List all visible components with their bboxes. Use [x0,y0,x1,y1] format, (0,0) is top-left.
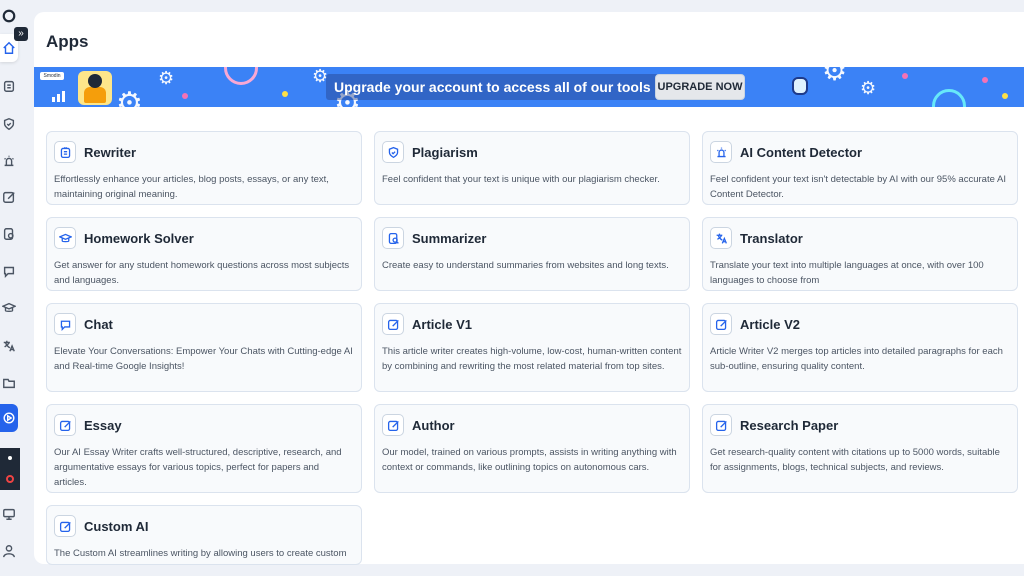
robot-icon [792,77,808,95]
app-card-rewriter[interactable]: Rewriter Effortlessly enhance your artic… [46,131,362,205]
app-card-title: Essay [84,418,122,433]
app-card-research-paper[interactable]: Research Paper Get research-quality cont… [702,404,1018,493]
sidebar-item-translator[interactable] [0,334,18,358]
dot-icon [282,91,288,97]
dot-icon [182,93,188,99]
app-card-translator[interactable]: Translator Translate your text into mult… [702,217,1018,291]
app-card-title: Article V1 [412,317,472,332]
edit-icon [54,414,76,436]
sidebar-item-chat[interactable] [0,259,18,283]
person-illustration-icon [78,71,112,105]
gear-icon: ⚙ [158,69,174,87]
app-card-plagiarism[interactable]: Plagiarism Feel confident that your text… [374,131,690,205]
app-card-description: Create easy to understand summaries from… [382,258,682,273]
page-title: Apps [46,32,89,52]
ring-icon [224,67,258,85]
gear-icon: ⚙ [116,89,143,107]
app-card-title: AI Content Detector [740,145,862,160]
app-card-description: Elevate Your Conversations: Empower Your… [54,344,354,374]
sidebar-item-summarizer[interactable] [0,222,18,246]
summarizer-icon [382,227,404,249]
app-card-title: Author [412,418,455,433]
app-card-description: Our AI Essay Writer crafts well-structur… [54,445,354,490]
app-card-title: Plagiarism [412,145,478,160]
app-card-title: Custom AI [84,519,149,534]
app-card-title: Homework Solver [84,231,194,246]
dot-icon [902,73,908,79]
edit-icon [382,414,404,436]
gear-icon: ⚙ [860,79,876,97]
app-card-title: Chat [84,317,113,332]
gear-icon: ⚙ [822,67,847,85]
apps-grid: Rewriter Effortlessly enhance your artic… [46,131,1018,565]
sidebar-item-rewriter[interactable] [0,74,18,98]
app-card-description: Effortlessly enhance your articles, blog… [54,172,354,202]
banner-logo: Smodin [40,72,64,80]
chat-bubble-icon [54,313,76,335]
app-card-description: Get research-quality content with citati… [710,445,1010,475]
edit-icon [382,313,404,335]
app-card-custom-ai[interactable]: Custom AI The Custom AI streamlines writ… [46,505,362,565]
app-card-title: Translator [740,231,803,246]
app-card-homework-solver[interactable]: Homework Solver Get answer for any stude… [46,217,362,291]
app-card-description: The Custom AI streamlines writing by all… [54,546,354,561]
sidebar-item-homework[interactable] [0,296,18,320]
detector-icon [710,141,732,163]
app-card-title: Research Paper [740,418,838,433]
sidebar-item-edit[interactable] [0,185,18,209]
app-card-description: Translate your text into multiple langua… [710,258,1010,288]
ring-icon [932,89,966,107]
app-card-description: Feel confident that your text is unique … [382,172,682,187]
app-card-description: This article writer creates high-volume,… [382,344,682,374]
status-dot-icon [8,456,12,460]
app-card-title: Rewriter [84,145,136,160]
sidebar-item-folder[interactable] [0,371,18,395]
rewriter-icon [54,141,76,163]
app-card-author[interactable]: Author Our model, trained on various pro… [374,404,690,493]
app-card-title: Summarizer [412,231,486,246]
logo-icon[interactable] [0,4,18,28]
app-card-article-v2[interactable]: Article V2 Article Writer V2 merges top … [702,303,1018,392]
app-card-summarizer[interactable]: Summarizer Create easy to understand sum… [374,217,690,291]
sidebar-item-user[interactable] [0,539,18,563]
sidebar-item-billing[interactable] [0,502,18,526]
left-rail [0,0,22,576]
app-card-essay[interactable]: Essay Our AI Essay Writer crafts well-st… [46,404,362,493]
app-card-description: Article Writer V2 merges top articles in… [710,344,1010,374]
app-card-title: Article V2 [740,317,800,332]
app-card-description: Our model, trained on various prompts, a… [382,445,682,475]
banner-message: Upgrade your account to access all of ou… [326,74,659,100]
upgrade-now-button[interactable]: UPGRADE NOW [655,74,745,100]
translate-icon [710,227,732,249]
edit-icon [710,414,732,436]
app-card-chat[interactable]: Chat Elevate Your Conversations: Empower… [46,303,362,392]
app-card-description: Feel confident your text isn't detectabl… [710,172,1010,202]
app-card-article-v1[interactable]: Article V1 This article writer creates h… [374,303,690,392]
dot-icon [982,77,988,83]
edit-icon [54,515,76,537]
sidebar-item-detector[interactable] [0,149,18,173]
upgrade-banner: Smodin ⚙ ⚙ ⚙ ⚙ Upgrade your account to a… [34,67,1024,107]
status-panel[interactable] [0,448,20,490]
chart-illustration-icon [52,91,65,102]
edit-icon [710,313,732,335]
expand-sidebar-button[interactable]: » [14,27,28,41]
app-card-description: Get answer for any student homework ques… [54,258,354,288]
sidebar-item-plagiarism[interactable] [0,112,18,136]
app-card-ai-content-detector[interactable]: AI Content Detector Feel confident your … [702,131,1018,205]
record-icon [6,475,14,483]
dot-icon [1002,93,1008,99]
graduation-cap-icon [54,227,76,249]
shield-check-icon [382,141,404,163]
sidebar-item-apps[interactable] [0,404,18,432]
